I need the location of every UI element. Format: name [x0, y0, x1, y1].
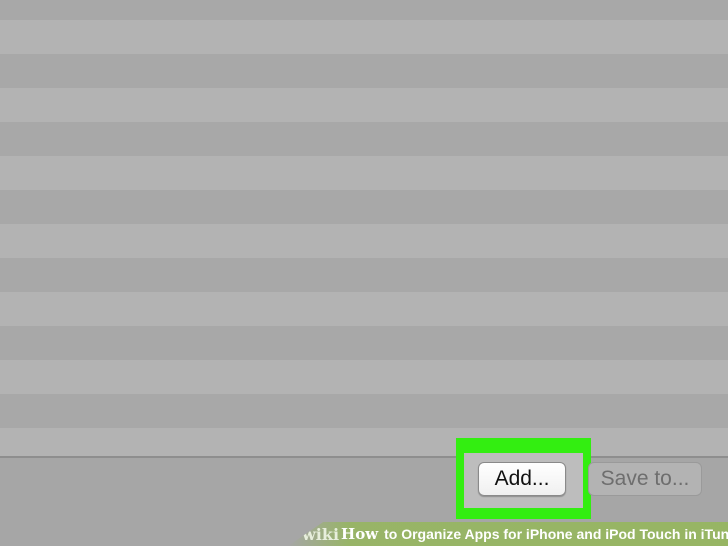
brand-logo-how: How [341, 525, 379, 543]
list-item[interactable] [0, 292, 728, 326]
list-item[interactable] [0, 428, 728, 456]
list-item[interactable] [0, 156, 728, 190]
list-item[interactable] [0, 360, 728, 394]
list-item[interactable] [0, 54, 728, 88]
list-item[interactable] [0, 0, 728, 20]
list-item[interactable] [0, 88, 728, 122]
file-list [0, 0, 728, 456]
footer-banner: wiki How to Organize Apps for iPhone and… [288, 522, 728, 546]
list-item[interactable] [0, 224, 728, 258]
list-item[interactable] [0, 258, 728, 292]
list-item[interactable] [0, 190, 728, 224]
add-button[interactable]: Add... [478, 462, 566, 496]
list-item[interactable] [0, 122, 728, 156]
list-item[interactable] [0, 20, 728, 54]
banner-title: to Organize Apps for iPhone and iPod Tou… [384, 526, 728, 542]
save-to-button[interactable]: Save to... [588, 462, 702, 496]
list-item[interactable] [0, 326, 728, 360]
list-item[interactable] [0, 394, 728, 428]
